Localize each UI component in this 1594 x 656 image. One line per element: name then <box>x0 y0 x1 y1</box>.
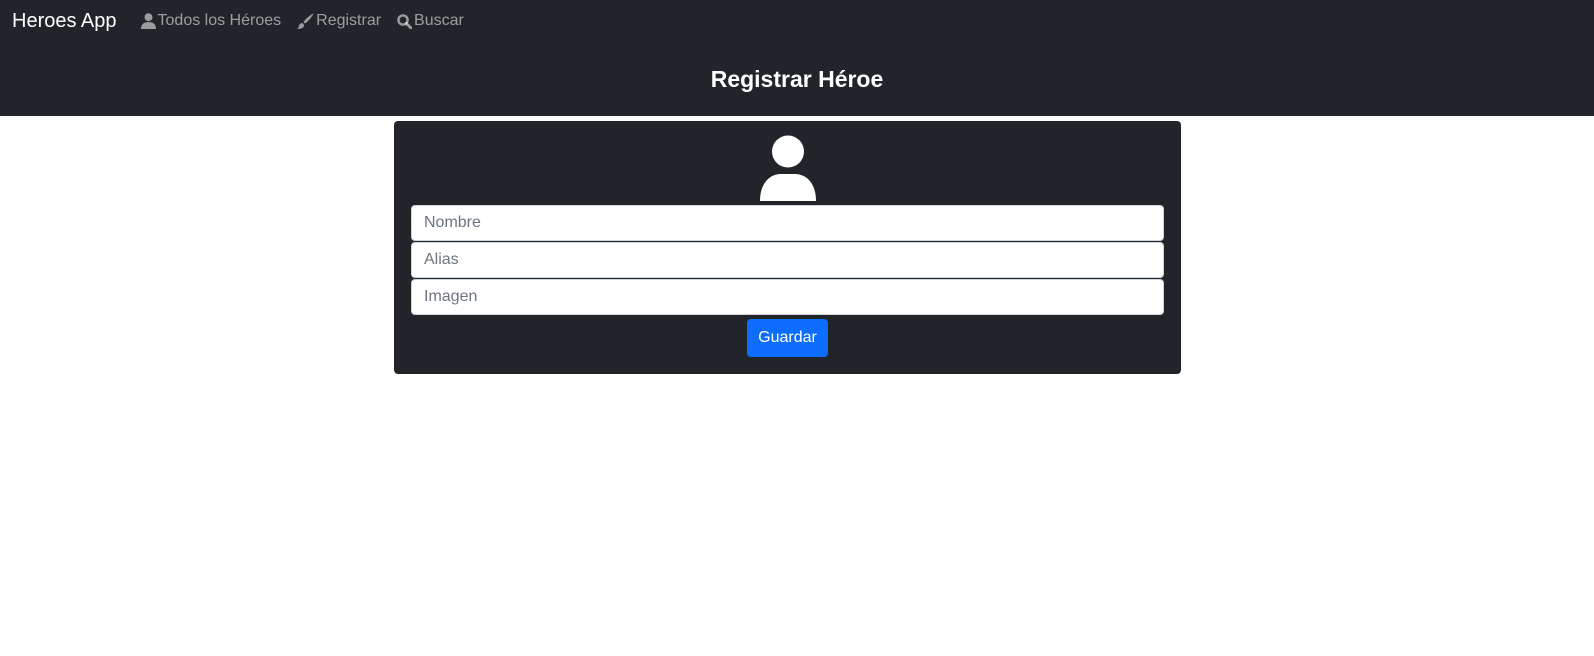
save-button[interactable]: Guardar <box>747 319 828 357</box>
page-title: Registrar Héroe <box>710 66 884 92</box>
user-avatar-icon <box>759 135 816 201</box>
top-header: Heroes App Todos los Héroes Registrar Bu… <box>0 0 1594 116</box>
nav-link-all-heroes-label: Todos los Héroes <box>157 12 282 29</box>
navbar: Heroes App Todos los Héroes Registrar Bu… <box>0 0 1594 42</box>
navbar-brand[interactable]: Heroes App <box>12 10 117 33</box>
nav-link-register[interactable]: Registrar <box>297 12 381 30</box>
nav-link-search[interactable]: Buscar <box>397 12 464 30</box>
search-icon <box>397 13 413 29</box>
nav-link-register-label: Registrar <box>316 12 382 29</box>
register-hero-card: Guardar <box>394 121 1181 374</box>
brush-icon <box>297 13 314 29</box>
nav-link-all-heroes[interactable]: Todos los Héroes <box>140 12 282 30</box>
alias-input[interactable] <box>411 242 1164 278</box>
name-input[interactable] <box>411 205 1164 241</box>
user-icon <box>140 13 156 29</box>
nav-link-search-label: Buscar <box>414 12 464 29</box>
form-actions: Guardar <box>411 319 1164 357</box>
image-input[interactable] <box>411 279 1164 315</box>
